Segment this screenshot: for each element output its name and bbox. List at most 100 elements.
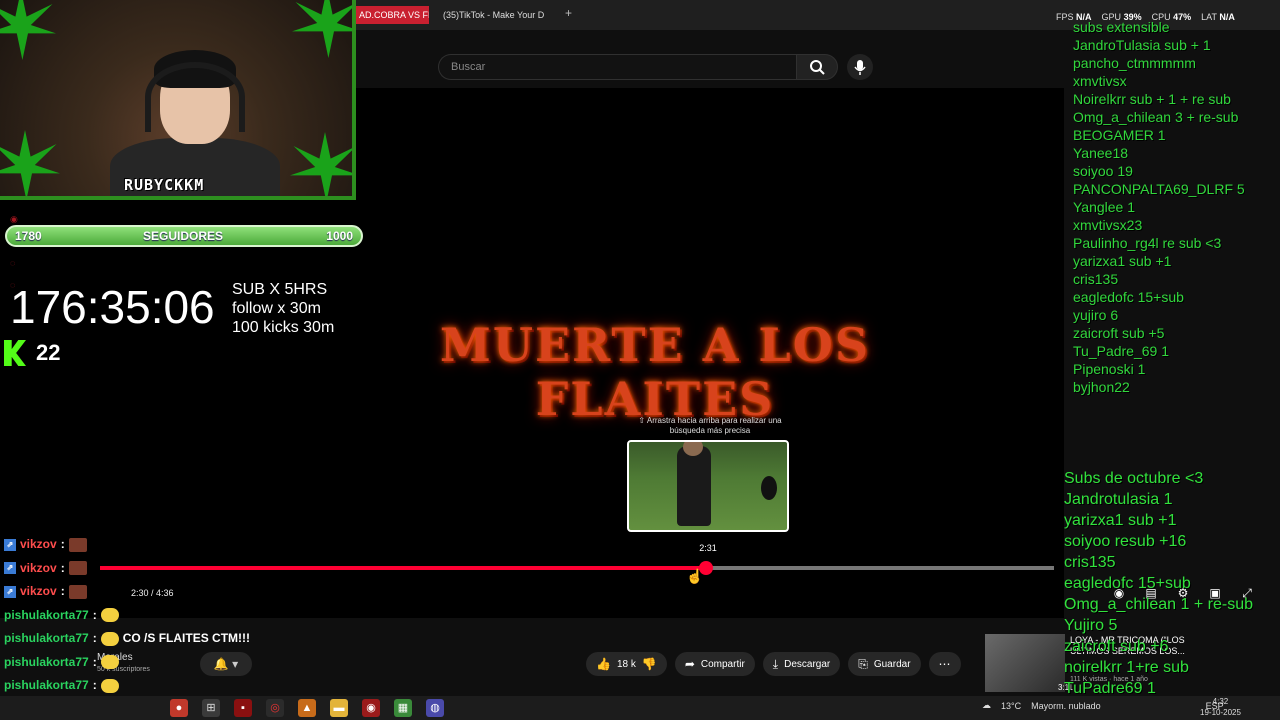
chat-message: pishulakorta77 : [4, 604, 264, 628]
save-button[interactable]: ⎘ Guardar [848, 652, 921, 676]
chat-username[interactable]: vikzov [20, 557, 57, 581]
followers-label: SEGUIDORES [143, 229, 224, 243]
chat-username[interactable]: pishulakorta77 [4, 651, 89, 675]
chat-emote-icon [100, 631, 119, 646]
thumbs-down-icon[interactable]: 👎 [642, 657, 657, 671]
october-sub-item: Omg_a_chilean 1 + re-sub [1064, 596, 1253, 613]
chat-separator: : [60, 560, 65, 575]
sub-list-item: Paulinho_rg4l re sub <3 [1073, 235, 1222, 251]
download-button[interactable]: ⤓ Descargar [762, 652, 841, 676]
chat-message: ⇗ vikzov : [4, 533, 264, 557]
tab-label: AD.COBRA VS FLA [359, 10, 429, 20]
sub-list-item: byjhon22 [1073, 379, 1130, 395]
followers-goal: 1000 [326, 229, 353, 243]
sub-list-item: Noirelkrr sub + 1 + re sub [1073, 91, 1231, 107]
video-title-art: MUERTE A LOS FLAITES [439, 318, 871, 426]
app-icon[interactable]: ▪ [234, 699, 252, 717]
chat-emote-icon [100, 678, 119, 693]
thumbs-up-icon: 👍 [596, 657, 611, 671]
october-sub-item: Yujiro 5 [1064, 617, 1118, 634]
sub-list-item: eagledofc 15+sub [1073, 289, 1184, 305]
chat-emote-icon [68, 584, 87, 599]
app-icon[interactable]: ▲ [298, 699, 316, 717]
task-view-icon[interactable]: ⊞ [202, 699, 220, 717]
search-icon [810, 60, 825, 75]
sub-list-item: xmvtivsx [1073, 73, 1127, 89]
chat-message: pishulakorta77 : [4, 674, 264, 698]
sub-list-item: Yanglee 1 [1073, 199, 1136, 215]
weather-icon: ☁ [982, 700, 991, 710]
followers-current: 1780 [15, 229, 42, 243]
chat-separator: : [92, 631, 97, 645]
october-sub-item: noirelkrr 1+re sub [1064, 659, 1189, 676]
sub-list-item: JandroTulasia sub + 1 [1073, 37, 1211, 53]
october-sub-item: Subs de octubre <3 [1064, 470, 1204, 487]
more-actions-button[interactable]: ⋯ [928, 652, 961, 676]
app-icon[interactable]: ▦ [394, 699, 412, 717]
chat-username[interactable]: pishulakorta77 [4, 674, 89, 698]
taskbar-apps: ● ⊞ ▪ ◎ ▲ ▬ ◉ ▦ ◍ [170, 699, 444, 717]
chat-emote-icon [100, 655, 119, 670]
seek-preview-thumbnail [627, 440, 789, 532]
october-sub-list: Subs de octubre <3 Jandrotulasia 1 yarizxa… [1064, 468, 1280, 720]
like-count: 18 k [616, 658, 636, 670]
save-label: Guardar [873, 658, 911, 670]
sub-list: subs extensible JandroTulasia sub + 1 panc… [1073, 18, 1273, 396]
kick-count: 22 [36, 340, 61, 365]
download-icon: ⤓ [772, 656, 779, 671]
timer-note: SUB X 5HRS [232, 281, 328, 298]
cam-name: RUBYCKKM [124, 176, 205, 194]
chat-username[interactable]: pishulakorta77 [4, 627, 89, 651]
webcam-overlay: RUBYCKKM [0, 0, 356, 200]
sub-list-item: soiyoo 19 [1073, 163, 1133, 179]
chat-username[interactable]: vikzov [20, 533, 57, 557]
mic-button[interactable] [847, 54, 873, 80]
preview-time: 2:31 [699, 543, 717, 553]
october-sub-item: cris135 [1064, 554, 1116, 571]
mouse-cursor-icon: ☝ [686, 568, 704, 584]
chat-emote-icon [100, 608, 119, 623]
new-tab-icon[interactable]: + [565, 6, 572, 20]
chat-username[interactable]: pishulakorta77 [4, 604, 89, 628]
share-label: Compartir [700, 658, 745, 670]
sub-list-item: yarizxa1 sub +1 [1073, 253, 1172, 269]
chat-text: CO /S FLAITES CTM!!! [122, 631, 251, 645]
preview-figure [677, 446, 711, 526]
folder-icon[interactable]: ▬ [330, 699, 348, 717]
app-icon[interactable]: ● [170, 699, 188, 717]
mic-icon [854, 60, 866, 75]
headset-icon [145, 62, 245, 132]
sub-list-item: zaicroft sub +5 [1073, 325, 1165, 341]
chat-separator: : [92, 678, 97, 692]
chat-badge-icon: ⇗ [4, 585, 16, 598]
app-icon[interactable]: ◉ [362, 699, 380, 717]
sub-list-item: pancho_ctmmmmm [1073, 55, 1196, 71]
tab-tiktok[interactable]: (35)TikTok - Make Your D [443, 6, 563, 24]
app-icon[interactable]: ◎ [266, 699, 284, 717]
search-input[interactable]: Buscar [438, 54, 796, 80]
sub-list-item: Yanee18 [1073, 145, 1129, 161]
leaf-decoration [290, 132, 352, 196]
chat-badge-icon: ⇗ [4, 562, 16, 575]
seek-hint: ⇧ Arrastra hacia arriba para realizar un… [638, 416, 782, 435]
weather-temp: 13°C [1001, 700, 1022, 711]
share-button[interactable]: ➦ Compartir [674, 652, 755, 676]
sub-list-item: PANCONPALTA69_DLRF 5 [1073, 181, 1245, 197]
chat-username[interactable]: vikzov [20, 580, 57, 604]
app-icon[interactable]: ◍ [426, 699, 444, 717]
clock[interactable]: 4:32 19-10-2025 [1200, 696, 1241, 718]
subathon-timer: 176:35:06 [10, 281, 215, 333]
share-icon: ➦ [684, 657, 695, 671]
leaf-decoration [0, 130, 60, 196]
preview-tire [761, 476, 777, 500]
search-button[interactable] [796, 54, 838, 80]
tab-label: (35)TikTok - Make Your D [443, 10, 545, 20]
timer-note: 100 kicks 30m [232, 319, 335, 336]
like-button[interactable]: 👍 18 k 👎 [586, 652, 667, 676]
tab-active[interactable]: AD.COBRA VS FLA [355, 6, 429, 24]
download-label: Descargar [784, 658, 831, 670]
kick-counter: 22 [4, 340, 60, 366]
chat-message: pishulakorta77 : CO /S FLAITES CTM!!! [4, 627, 264, 651]
recommendation-thumbnail[interactable] [985, 634, 1065, 692]
fps-label: FPS [1056, 12, 1074, 22]
